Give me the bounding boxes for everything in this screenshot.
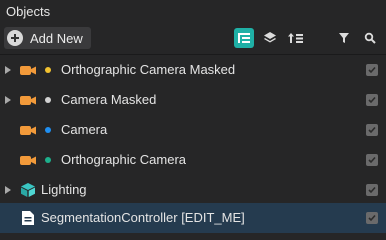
checkmark-icon (368, 186, 376, 194)
filter-icon (339, 33, 349, 43)
filter-button[interactable] (334, 28, 354, 48)
camera-icon (20, 66, 36, 75)
checkmark-icon (368, 126, 376, 134)
object-row-selected[interactable]: SegmentationController [EDIT_ME] (0, 203, 386, 233)
lighting-icon (21, 183, 35, 197)
script-icon (22, 211, 34, 225)
add-new-button[interactable]: Add New (4, 27, 91, 49)
camera-icon (20, 156, 36, 165)
layer-color-dot (45, 157, 51, 163)
search-icon (364, 32, 376, 44)
visibility-checkbox[interactable] (366, 94, 378, 106)
panel-title: Objects (6, 4, 51, 19)
layer-color-dot (45, 127, 51, 133)
visibility-checkbox[interactable] (366, 64, 378, 76)
object-row[interactable]: Lighting (0, 175, 386, 205)
visibility-checkbox[interactable] (366, 154, 378, 166)
expand-arrow-icon[interactable] (5, 96, 11, 104)
camera-icon (20, 126, 36, 135)
checkmark-icon (368, 96, 376, 104)
object-label: Lighting (41, 182, 87, 197)
camera-icon (20, 96, 36, 105)
object-label: SegmentationController [EDIT_ME] (41, 210, 245, 225)
object-label: Orthographic Camera (61, 152, 186, 167)
visibility-checkbox[interactable] (366, 184, 378, 196)
object-label: Camera Masked (61, 92, 157, 107)
checkmark-icon (368, 214, 376, 222)
sort-button[interactable] (286, 28, 306, 48)
layers-view-button[interactable] (260, 28, 280, 48)
hierarchy-list-icon (238, 33, 250, 43)
layers-icon (264, 32, 276, 43)
search-button[interactable] (360, 28, 380, 48)
object-label: Camera (61, 122, 108, 137)
objects-toolbar: Add New (0, 22, 386, 55)
object-row[interactable]: Camera Masked (0, 85, 386, 115)
expand-arrow-icon[interactable] (5, 66, 11, 74)
sort-list-icon (288, 33, 303, 43)
visibility-checkbox[interactable] (366, 212, 378, 224)
plus-circle-icon (7, 30, 23, 46)
object-row[interactable]: Camera (0, 115, 386, 145)
object-label: Orthographic Camera Masked (61, 62, 236, 77)
add-new-label: Add New (30, 30, 83, 46)
visibility-checkbox[interactable] (366, 124, 378, 136)
layer-color-dot (45, 97, 51, 103)
expand-arrow-icon[interactable] (5, 186, 11, 194)
checkmark-icon (368, 156, 376, 164)
object-row[interactable]: Orthographic Camera Masked (0, 55, 386, 85)
hierarchy-view-button[interactable] (234, 28, 254, 48)
layer-color-dot (45, 67, 51, 73)
checkmark-icon (368, 66, 376, 74)
object-row[interactable]: Orthographic Camera (0, 145, 386, 175)
